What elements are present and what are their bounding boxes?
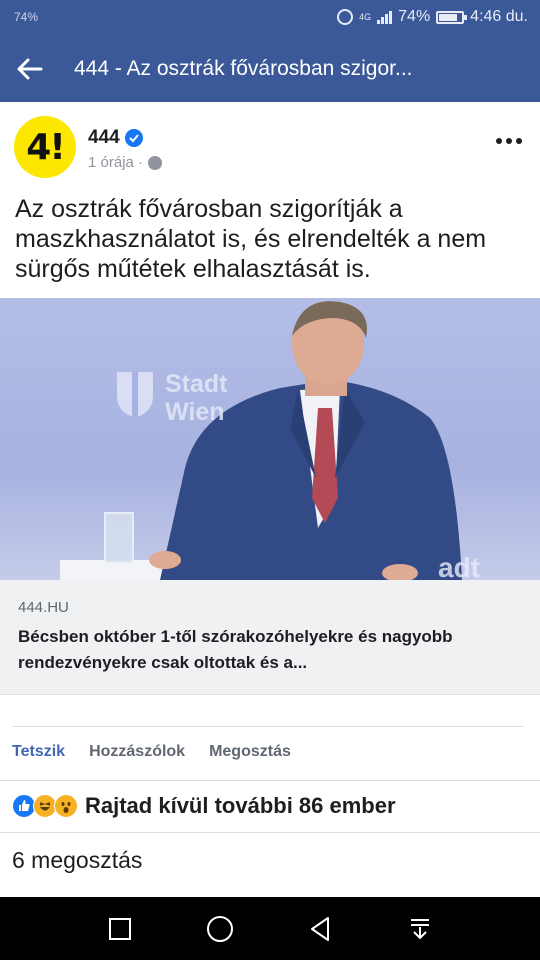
app-bar: 444 - Az osztrák fővárosban szigor... (0, 36, 540, 102)
vienna-shield-icon (117, 372, 153, 418)
status-right: 4G 74% 4:46 du. (337, 8, 528, 26)
wow-reaction-icon (54, 794, 78, 818)
link-domain: 444.HU (18, 599, 69, 616)
reactions-text[interactable]: Rajtad kívül további 86 ember (85, 793, 396, 819)
image-watermark: Stadt Wien (165, 370, 228, 426)
image-text-1: Stadt (165, 370, 228, 398)
page-title: 444 - Az osztrák fővárosban szigor... (74, 57, 413, 80)
link-caption[interactable]: 444.HU Bécsben október 1-től szórakozóhe… (0, 580, 540, 695)
divider (0, 780, 540, 781)
status-bar: 74% 4G 74% 4:46 du. (0, 0, 540, 36)
divider (0, 832, 540, 833)
image-text-2: Wien (165, 398, 225, 426)
author-name-row[interactable]: 444 (88, 127, 143, 149)
link-preview-image[interactable]: Stadt Wien adt (0, 298, 540, 580)
post-meta: 1 órája · (88, 154, 163, 171)
home-circle-icon[interactable] (194, 903, 246, 955)
post-time[interactable]: 1 órája · (88, 154, 143, 171)
shares-count[interactable]: 6 megosztás (12, 847, 142, 874)
reactions-summary[interactable]: Rajtad kívül további 86 ember (12, 793, 396, 819)
post-text: Az osztrák fővárosban szigorítják a masz… (15, 195, 487, 283)
divider (12, 726, 524, 727)
avatar[interactable]: 4! (14, 116, 76, 178)
like-button[interactable]: Tetszik (12, 743, 65, 761)
author-name[interactable]: 444 (88, 127, 120, 149)
system-nav-bar (0, 897, 540, 960)
battery-percent: 74% (398, 8, 431, 25)
back-triangle-icon[interactable] (294, 903, 346, 955)
network-type: 4G (359, 11, 372, 22)
status-left-text: 74% (14, 10, 39, 24)
post-header: 4! 444 1 órája · (0, 102, 540, 184)
share-button[interactable]: Megosztás (209, 743, 291, 761)
back-arrow-icon[interactable] (0, 36, 60, 102)
verified-badge-icon (124, 129, 143, 147)
action-bar: Tetszik Hozzászólok Megosztás (12, 743, 291, 761)
clock: 4:46 du. (470, 8, 528, 25)
recents-square-icon[interactable] (94, 903, 146, 955)
comment-button[interactable]: Hozzászólok (89, 743, 185, 761)
notification-pull-icon[interactable] (394, 903, 446, 955)
alarm-icon (337, 9, 354, 25)
signal-icon (377, 10, 393, 24)
link-title[interactable]: Bécsben október 1-től szórakozóhelyekre … (18, 624, 498, 676)
image-text-3: adt (438, 552, 480, 580)
more-options-icon[interactable] (496, 138, 522, 144)
battery-icon (436, 10, 468, 24)
globe-icon (148, 155, 163, 170)
